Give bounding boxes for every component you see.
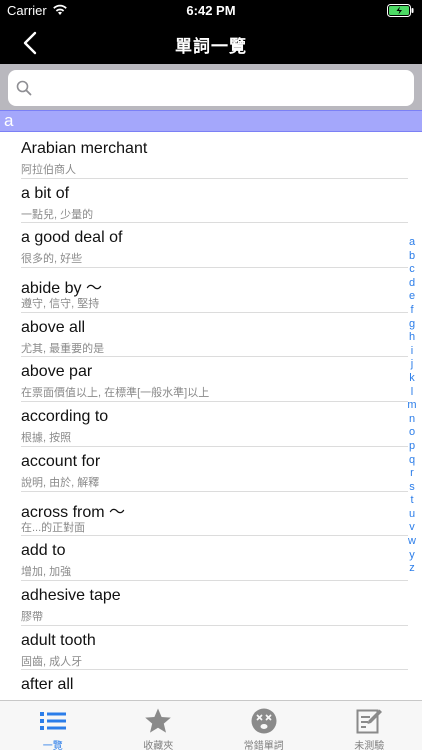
word-list[interactable]: Arabian merchant 阿拉伯商人 a bit of 一點兒, 少量的 a… <box>0 134 408 697</box>
tab-list[interactable]: 一覽 <box>0 701 106 750</box>
list-item[interactable]: above all 尤其, 最重要的是 <box>21 313 408 358</box>
edit-note-icon <box>356 709 383 734</box>
index-letter[interactable]: y <box>406 549 418 563</box>
index-letter[interactable]: i <box>406 345 418 359</box>
index-letter[interactable]: a <box>406 236 418 250</box>
page-title: 單詞一覽 <box>175 37 247 56</box>
index-letter[interactable]: e <box>406 290 418 304</box>
word-text: adult tooth <box>21 631 96 649</box>
index-letter[interactable]: p <box>406 440 418 454</box>
list-icon <box>39 712 66 730</box>
star-icon <box>145 708 172 733</box>
battery-icon <box>387 4 414 17</box>
index-letter[interactable]: w <box>406 535 418 549</box>
list-item[interactable]: above par 在票面價值以上, 在標準[一般水準]以上 <box>21 357 408 403</box>
index-letter[interactable]: q <box>406 454 418 468</box>
tab-mistakes[interactable]: 常錯單詞 <box>211 701 317 750</box>
meaning-text: 在...的正對面 <box>21 521 86 534</box>
index-letter[interactable]: g <box>406 318 418 332</box>
word-text: Arabian merchant <box>21 140 148 157</box>
meaning-text: 根據, 按照 <box>21 432 72 445</box>
clock: 6:42 PM <box>186 3 236 18</box>
list-item[interactable]: adhesive tape 膠帶 <box>21 581 408 626</box>
meaning-text: 在票面價值以上, 在標準[一般水準]以上 <box>21 387 210 400</box>
list-item[interactable]: across from ～在...的正對面 <box>21 492 408 537</box>
search-bar <box>0 64 422 110</box>
tab-untested[interactable]: 未測驗 <box>317 701 422 750</box>
list-item[interactable]: according to 根據, 按照 <box>21 402 408 447</box>
index-letter[interactable]: r <box>406 467 418 481</box>
index-letter[interactable]: d <box>406 277 418 291</box>
meaning-text: 說明, 由於, 解釋 <box>21 476 100 489</box>
word-text: after all <box>21 676 74 694</box>
index-letter[interactable]: s <box>406 481 418 495</box>
index-letter[interactable]: j <box>406 358 418 372</box>
word-text: a good deal of <box>21 229 123 247</box>
section-index[interactable]: a b c d e f g h i j k l m n o p q r s t … <box>406 236 418 576</box>
index-letter[interactable]: f <box>406 304 418 318</box>
list-item[interactable]: Arabian merchant 阿拉伯商人 <box>21 134 408 179</box>
meaning-text: 阿拉伯商人 <box>21 164 76 176</box>
list-item[interactable]: add to 增加, 加強 <box>21 536 408 581</box>
meaning-text: 尤其, 最重要的是 <box>21 342 105 355</box>
word-text: account for <box>21 452 101 470</box>
word-text: adhesive tape <box>21 586 121 604</box>
index-letter[interactable]: v <box>406 521 418 535</box>
tab-label: 一覽 <box>42 741 63 750</box>
list-item[interactable]: a good deal of 很多的, 好些 <box>21 223 408 269</box>
search-input[interactable] <box>38 74 398 102</box>
meaning-text: 遵守, 信守, 堅持 <box>21 298 100 311</box>
meaning-text: 膠帶 <box>21 610 43 623</box>
list-item[interactable]: account for 說明, 由於, 解釋 <box>21 447 408 492</box>
section-header: a <box>0 110 422 132</box>
tab-label: 未測驗 <box>354 741 385 750</box>
index-letter[interactable]: z <box>406 562 418 576</box>
index-letter[interactable]: h <box>406 331 418 345</box>
index-letter[interactable]: c <box>406 263 418 277</box>
tab-favorites[interactable]: 收藏夾 <box>106 701 212 750</box>
list-item[interactable]: after all <box>21 670 408 697</box>
index-letter[interactable]: m <box>406 399 418 413</box>
list-item[interactable]: adult tooth 固齒, 成人牙 <box>21 626 408 671</box>
index-letter[interactable]: l <box>406 386 418 400</box>
dizzy-face-icon <box>251 708 277 734</box>
word-text: above par <box>21 363 93 381</box>
word-text: according to <box>21 408 109 426</box>
meaning-text: 很多的, 好些 <box>21 253 83 266</box>
meaning-text: 固齒, 成人牙 <box>21 655 83 668</box>
word-text: a bit of <box>21 184 70 202</box>
meaning-text: 一點兒, 少量的 <box>21 208 94 221</box>
status-bar: Carrier 6:42 PM <box>0 0 422 22</box>
index-letter[interactable]: o <box>406 426 418 440</box>
tab-label: 常錯單詞 <box>243 741 284 750</box>
index-letter[interactable]: u <box>406 508 418 522</box>
tab-label: 收藏夾 <box>143 741 174 750</box>
index-letter[interactable]: t <box>406 494 418 508</box>
search-icon <box>16 80 32 96</box>
index-letter[interactable]: b <box>406 250 418 264</box>
list-item[interactable]: abide by ～遵守, 信守, 堅持 <box>21 268 408 313</box>
list-item[interactable]: a bit of 一點兒, 少量的 <box>21 179 408 224</box>
meaning-text: 增加, 加強 <box>21 566 72 579</box>
search-box[interactable] <box>8 70 414 106</box>
word-text: add to <box>21 542 66 560</box>
index-letter[interactable]: k <box>406 372 418 386</box>
tab-bar: 一覽 收藏夾 常錯單詞 未測驗 <box>0 700 422 750</box>
word-text: above all <box>21 318 86 336</box>
index-letter[interactable]: n <box>406 413 418 427</box>
navigation-bar: 單詞一覽 <box>0 22 422 64</box>
